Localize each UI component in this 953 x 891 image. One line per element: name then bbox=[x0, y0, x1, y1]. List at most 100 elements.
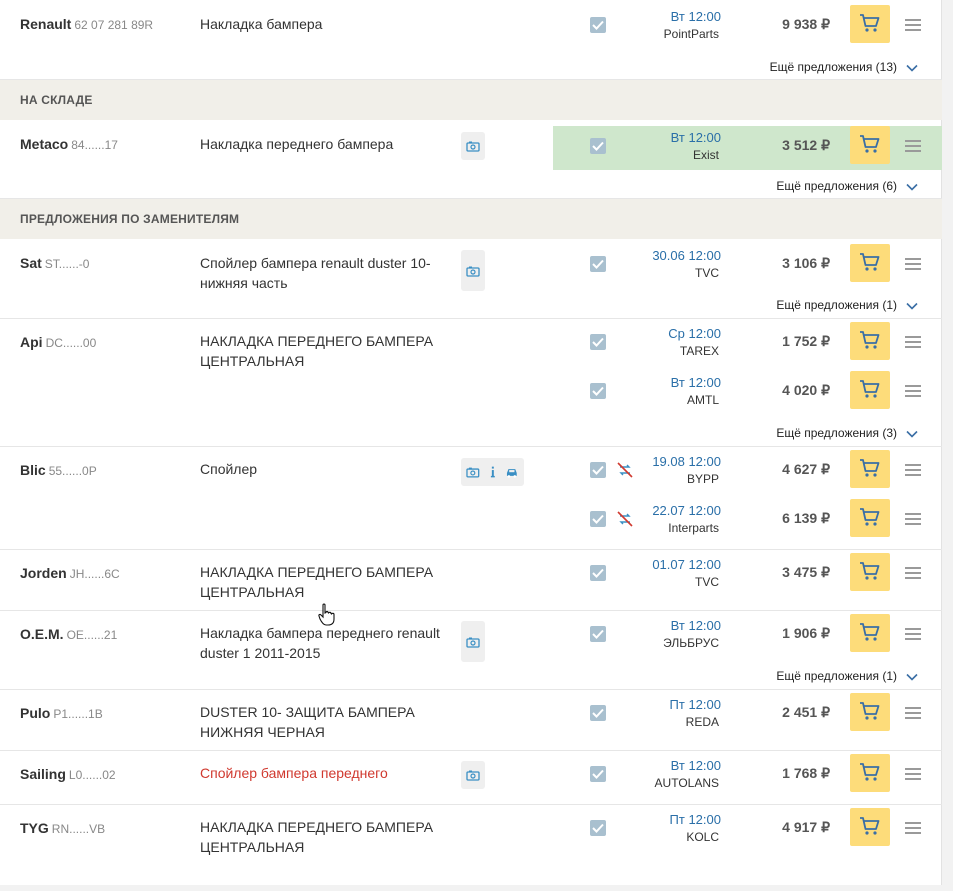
table-row: Api DC......00 НАКЛАДКА ПЕРЕДНЕГО БАМПЕРА… bbox=[0, 319, 942, 447]
table-row: Renault 62 07 281 89R Накладка бампера Вт… bbox=[0, 0, 942, 80]
more-offers-link[interactable]: Ещё предложения (6) bbox=[776, 179, 918, 193]
chevron-down-icon bbox=[906, 64, 918, 72]
more-offers-link[interactable]: Ещё предложения (1) bbox=[776, 669, 918, 683]
table-row: Blic 55......0P Спойлер 19.08 12:00 BYPP … bbox=[0, 447, 942, 550]
hand-cursor-icon bbox=[318, 603, 335, 626]
table-row: Metaco 84......17 Накладка переднего бамп… bbox=[0, 120, 942, 199]
section-header-substitutes: ПРЕДЛОЖЕНИЯ ПО ЗАМЕНИТЕЛЯМ bbox=[0, 199, 942, 239]
delivery-date: 01.07 12:00 bbox=[652, 557, 721, 572]
supplier: AMTL bbox=[686, 393, 719, 407]
add-to-cart-button[interactable] bbox=[850, 499, 890, 537]
price: 6 139 ₽ bbox=[782, 510, 830, 526]
menu-icon[interactable] bbox=[905, 336, 921, 348]
supplier: Interparts bbox=[668, 521, 719, 535]
delivery-date: Пт 12:00 bbox=[669, 697, 721, 712]
price: 1 752 ₽ bbox=[782, 333, 830, 349]
delivery-date: Пт 12:00 bbox=[669, 812, 721, 827]
cart-icon bbox=[860, 380, 880, 398]
offer-row: Вт 12:00 Exist 3 512 ₽ bbox=[0, 126, 942, 170]
cart-icon bbox=[860, 562, 880, 580]
menu-icon[interactable] bbox=[905, 19, 921, 31]
delivery-date: 30.06 12:00 bbox=[652, 248, 721, 263]
delivery-date: Вт 12:00 bbox=[670, 130, 721, 145]
supplier: AUTOLANS bbox=[654, 776, 719, 790]
more-offers-link[interactable]: Ещё предложения (3) bbox=[776, 426, 918, 440]
price: 1 768 ₽ bbox=[782, 765, 830, 781]
cart-icon bbox=[860, 135, 880, 153]
cart-icon bbox=[860, 459, 880, 477]
table-row: Pulo P1......1B DUSTER 10- ЗАЩИТА БАМПЕРА… bbox=[0, 690, 942, 751]
menu-icon[interactable] bbox=[905, 707, 921, 719]
add-to-cart-button[interactable] bbox=[850, 5, 890, 43]
price: 3 512 ₽ bbox=[782, 137, 830, 153]
results-panel: Renault 62 07 281 89R Накладка бампера Вт… bbox=[0, 0, 942, 885]
delivery-date: Вт 12:00 bbox=[670, 375, 721, 390]
chevron-down-icon bbox=[906, 183, 918, 191]
table-row: Jorden JH......6C НАКЛАДКА ПЕРЕДНЕГО БАМП… bbox=[0, 550, 942, 611]
table-row: O.E.M. OE......21 Накладка бампера передн… bbox=[0, 611, 942, 690]
price: 4 917 ₽ bbox=[782, 819, 830, 835]
menu-icon[interactable] bbox=[905, 258, 921, 270]
supplier: KOLC bbox=[686, 830, 719, 844]
chevron-down-icon bbox=[906, 430, 918, 438]
chevron-down-icon bbox=[906, 673, 918, 681]
offer-row: Вт 12:00 ЭЛЬБРУС 1 906 ₽ bbox=[0, 614, 942, 658]
add-to-cart-button[interactable] bbox=[850, 693, 890, 731]
offer-row: Ср 12:00 TAREX 1 752 ₽ bbox=[0, 322, 942, 366]
delivery-date: 19.08 12:00 bbox=[652, 454, 721, 469]
more-offers-link[interactable]: Ещё предложения (1) bbox=[776, 298, 918, 312]
cart-icon bbox=[860, 14, 880, 32]
offer-row: 19.08 12:00 BYPP 4 627 ₽ bbox=[0, 450, 942, 494]
offer-row: Вт 12:00 PointParts 9 938 ₽ bbox=[0, 5, 942, 49]
menu-icon[interactable] bbox=[905, 768, 921, 780]
supplier: TVC bbox=[695, 575, 719, 589]
offer-row: 30.06 12:00 TVC 3 106 ₽ bbox=[0, 244, 942, 288]
menu-icon[interactable] bbox=[905, 567, 921, 579]
add-to-cart-button[interactable] bbox=[850, 450, 890, 488]
section-header-in-stock: НА СКЛАДЕ bbox=[0, 80, 942, 120]
cart-icon bbox=[860, 702, 880, 720]
table-row: Sailing L0......02 Спойлер бампера передн… bbox=[0, 751, 942, 805]
add-to-cart-button[interactable] bbox=[850, 322, 890, 360]
delivery-date: Ср 12:00 bbox=[668, 326, 721, 341]
supplier: TAREX bbox=[679, 344, 719, 358]
more-offers-link[interactable]: Ещё предложения (13) bbox=[770, 60, 918, 74]
cart-icon bbox=[860, 623, 880, 641]
menu-icon[interactable] bbox=[905, 513, 921, 525]
cart-icon bbox=[860, 331, 880, 349]
add-to-cart-button[interactable] bbox=[850, 808, 890, 846]
offer-row: 01.07 12:00 TVC 3 475 ₽ bbox=[0, 553, 942, 597]
offer-row: Вт 12:00 AUTOLANS 1 768 ₽ bbox=[0, 754, 942, 798]
delivery-date: Вт 12:00 bbox=[670, 618, 721, 633]
price: 4 020 ₽ bbox=[782, 382, 830, 398]
add-to-cart-button[interactable] bbox=[850, 126, 890, 164]
menu-icon[interactable] bbox=[905, 140, 921, 152]
price: 4 627 ₽ bbox=[782, 461, 830, 477]
menu-icon[interactable] bbox=[905, 464, 921, 476]
delivery-date: 22.07 12:00 bbox=[652, 503, 721, 518]
add-to-cart-button[interactable] bbox=[850, 614, 890, 652]
price: 3 475 ₽ bbox=[782, 564, 830, 580]
supplier: BYPP bbox=[686, 472, 719, 486]
cart-icon bbox=[860, 763, 880, 781]
supplier: TVC bbox=[695, 266, 719, 280]
add-to-cart-button[interactable] bbox=[850, 244, 890, 282]
add-to-cart-button[interactable] bbox=[850, 553, 890, 591]
menu-icon[interactable] bbox=[905, 822, 921, 834]
menu-icon[interactable] bbox=[905, 385, 921, 397]
offer-row: Вт 12:00 AMTL 4 020 ₽ bbox=[0, 371, 942, 415]
chevron-down-icon bbox=[906, 302, 918, 310]
menu-icon[interactable] bbox=[905, 628, 921, 640]
table-row: TYG RN......VB НАКЛАДКА ПЕРЕДНЕГО БАМПЕРА… bbox=[0, 805, 942, 885]
supplier: PointParts bbox=[663, 27, 719, 41]
delivery-date: Вт 12:00 bbox=[670, 758, 721, 773]
offer-row: Пт 12:00 KOLC 4 917 ₽ bbox=[0, 808, 942, 852]
supplier: REDA bbox=[685, 715, 719, 729]
price: 2 451 ₽ bbox=[782, 704, 830, 720]
price: 9 938 ₽ bbox=[782, 16, 830, 32]
add-to-cart-button[interactable] bbox=[850, 371, 890, 409]
table-row: Sat ST......-0 Спойлер бампера renault du… bbox=[0, 239, 942, 319]
price: 1 906 ₽ bbox=[782, 625, 830, 641]
cart-icon bbox=[860, 253, 880, 271]
add-to-cart-button[interactable] bbox=[850, 754, 890, 792]
